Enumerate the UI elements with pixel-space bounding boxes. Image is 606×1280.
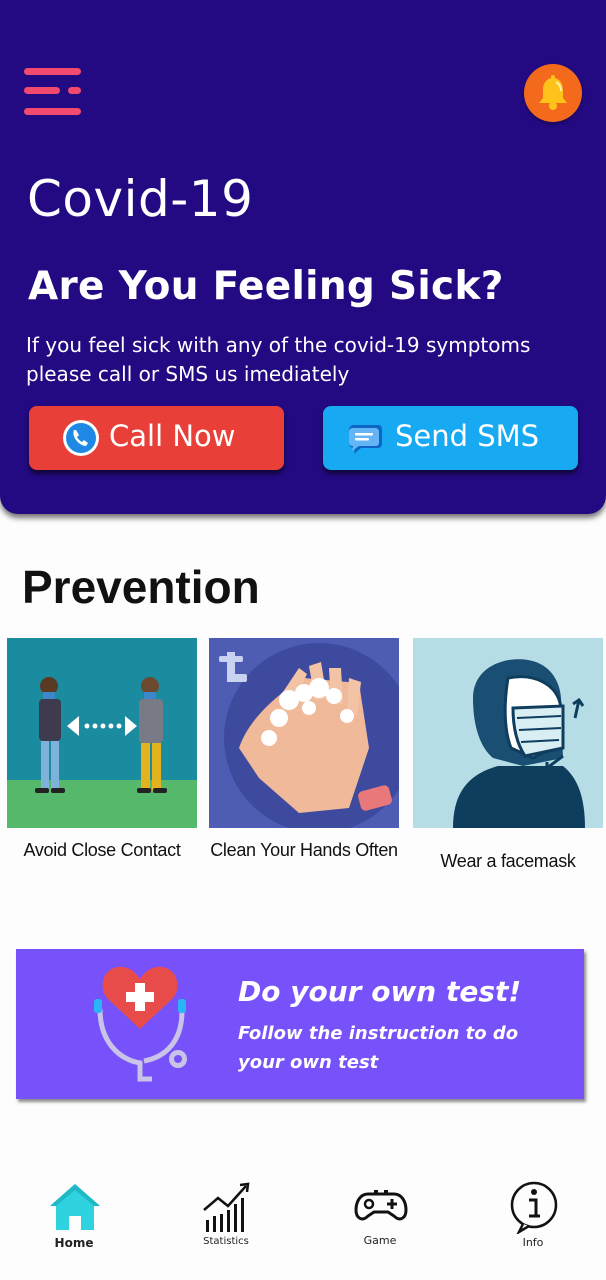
hand-washing-illustration bbox=[209, 638, 399, 828]
send-sms-label: Send SMS bbox=[395, 419, 540, 453]
test-banner-subtitle: Follow the instruction to do your own te… bbox=[238, 1023, 519, 1073]
send-sms-button[interactable]: Send SMS bbox=[323, 406, 578, 470]
info-icon bbox=[510, 1181, 558, 1234]
stethoscope-heart-icon bbox=[80, 961, 204, 1085]
nav-label-game: Game bbox=[363, 1234, 397, 1247]
menu-bar bbox=[68, 87, 81, 94]
home-icon bbox=[50, 1184, 100, 1230]
bell-icon bbox=[539, 75, 567, 110]
nav-item-info[interactable]: Info bbox=[473, 1170, 593, 1260]
app-title: Covid-19 bbox=[27, 170, 254, 228]
nav-label-info: Info bbox=[522, 1236, 544, 1249]
statistics-icon bbox=[203, 1182, 250, 1232]
nav-item-home[interactable]: Home bbox=[14, 1170, 134, 1260]
card-label: Avoid Close Contact bbox=[23, 840, 181, 860]
notification-button[interactable] bbox=[524, 64, 582, 122]
social-distancing-illustration bbox=[7, 638, 197, 828]
nav-item-statistics[interactable]: Statistics bbox=[166, 1170, 286, 1260]
call-now-button[interactable]: Call Now bbox=[29, 406, 284, 470]
call-now-label: Call Now bbox=[109, 419, 236, 453]
test-banner-title: Do your own test! bbox=[238, 975, 522, 1008]
hamburger-menu-icon bbox=[24, 68, 81, 75]
facemask-illustration bbox=[413, 638, 603, 828]
headline: Are You Feeling Sick? bbox=[28, 264, 504, 309]
gamepad-icon bbox=[354, 1190, 408, 1221]
phone-icon bbox=[63, 420, 99, 456]
nav-label-home: Home bbox=[54, 1236, 94, 1250]
nav-label-statistics: Statistics bbox=[203, 1236, 249, 1247]
menu-bar bbox=[24, 108, 81, 115]
card-label: Clean Your Hands Often bbox=[210, 840, 398, 860]
bottom-navigation: Home Statistics Game Info bbox=[0, 1170, 606, 1280]
prevention-title: Prevention bbox=[22, 561, 260, 613]
chat-bubble-icon bbox=[349, 425, 382, 454]
menu-bar bbox=[24, 87, 60, 94]
card-label: Wear a facemask bbox=[440, 851, 576, 871]
menu-button[interactable] bbox=[24, 66, 84, 122]
header-subtext: If you feel sick with any of the covid-1… bbox=[26, 333, 531, 386]
header-panel: Covid-19 Are You Feeling Sick? If you fe… bbox=[0, 0, 606, 514]
nav-item-game[interactable]: Game bbox=[320, 1170, 440, 1260]
self-test-banner[interactable]: Do your own test! Follow the instruction… bbox=[16, 949, 584, 1099]
